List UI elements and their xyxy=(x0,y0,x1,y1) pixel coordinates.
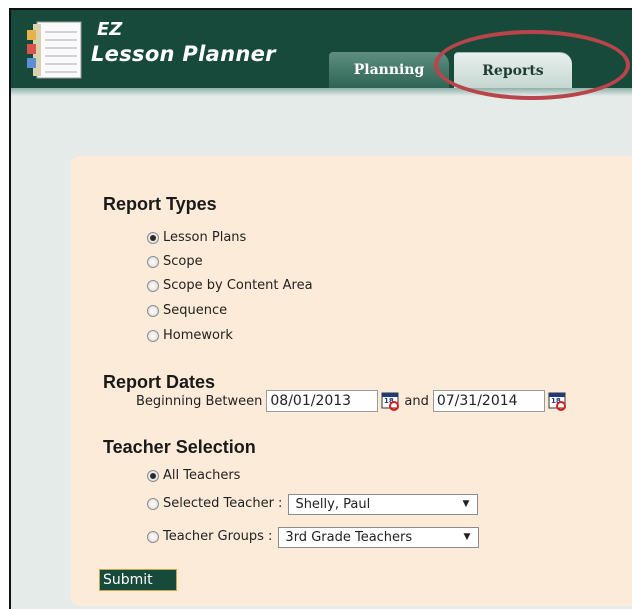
submit-button[interactable]: Submit xyxy=(99,569,177,591)
radio-empty-icon[interactable] xyxy=(147,305,159,317)
dropdown-value: 3rd Grade Teachers xyxy=(285,529,413,545)
radio-label: Homework xyxy=(163,328,233,343)
notebook-logo-icon xyxy=(27,21,82,79)
radio-label: Scope xyxy=(163,254,203,269)
radio-empty-icon[interactable] xyxy=(147,330,159,342)
calendar-icon[interactable]: 18 xyxy=(380,391,400,411)
app-title: Lesson Planner xyxy=(91,42,276,66)
report-types-title: Report Types xyxy=(103,194,217,214)
radio-label: Lesson Plans xyxy=(163,230,247,245)
radio-label: Teacher Groups : xyxy=(163,529,273,544)
report-dates-row: Beginning Between 08/01/2013 18 and 07/3… xyxy=(136,389,567,413)
radio-empty-icon[interactable] xyxy=(147,531,159,543)
radio-option-sequence[interactable]: Sequence xyxy=(147,302,227,320)
radio-option-lesson-plans[interactable]: Lesson Plans xyxy=(147,229,246,247)
radio-option-selected-teacher[interactable]: Selected Teacher : Shelly, Paul ▼ xyxy=(147,493,479,515)
radio-option-scope[interactable]: Scope xyxy=(147,253,203,271)
dropdown-arrow-icon: ▼ xyxy=(463,531,471,542)
start-date-input[interactable]: 08/01/2013 xyxy=(266,390,379,412)
calendar-icon[interactable]: 18 xyxy=(547,391,567,411)
highlight-circle-annotation xyxy=(434,30,630,100)
logo-ez-text: EZ xyxy=(97,19,123,40)
svg-text:18: 18 xyxy=(551,397,561,405)
radio-option-scope-by-content-area[interactable]: Scope by Content Area xyxy=(147,277,313,295)
report-form-panel: Report Types Lesson Plans Scope Scope by… xyxy=(71,156,632,606)
teacher-selection-title: Teacher Selection xyxy=(103,437,256,457)
radio-empty-icon[interactable] xyxy=(147,256,159,268)
dropdown-arrow-icon: ▼ xyxy=(462,498,470,509)
radio-empty-icon[interactable] xyxy=(147,280,159,292)
radio-label: Selected Teacher : xyxy=(163,496,283,511)
app-window: EZ Lesson Planner Planning Reports Repor… xyxy=(9,8,632,609)
radio-option-all-teachers[interactable]: All Teachers xyxy=(147,467,240,485)
teacher-groups-dropdown[interactable]: 3rd Grade Teachers ▼ xyxy=(278,526,480,548)
and-label: and xyxy=(404,393,429,409)
radio-label: Scope by Content Area xyxy=(163,278,313,293)
radio-label: Sequence xyxy=(163,303,228,318)
radio-selected-icon[interactable] xyxy=(147,470,159,482)
tab-planning[interactable]: Planning xyxy=(329,52,449,88)
radio-empty-icon[interactable] xyxy=(147,498,159,510)
dropdown-value: Shelly, Paul xyxy=(295,496,371,512)
radio-option-teacher-groups[interactable]: Teacher Groups : 3rd Grade Teachers ▼ xyxy=(147,526,480,548)
radio-option-homework[interactable]: Homework xyxy=(147,327,233,345)
selected-teacher-dropdown[interactable]: Shelly, Paul ▼ xyxy=(288,493,479,515)
beginning-between-label: Beginning Between xyxy=(136,393,263,409)
radio-label: All Teachers xyxy=(163,468,241,483)
end-date-input[interactable]: 07/31/2014 xyxy=(432,390,545,412)
radio-selected-icon[interactable] xyxy=(147,232,159,244)
svg-text:18: 18 xyxy=(384,397,394,405)
